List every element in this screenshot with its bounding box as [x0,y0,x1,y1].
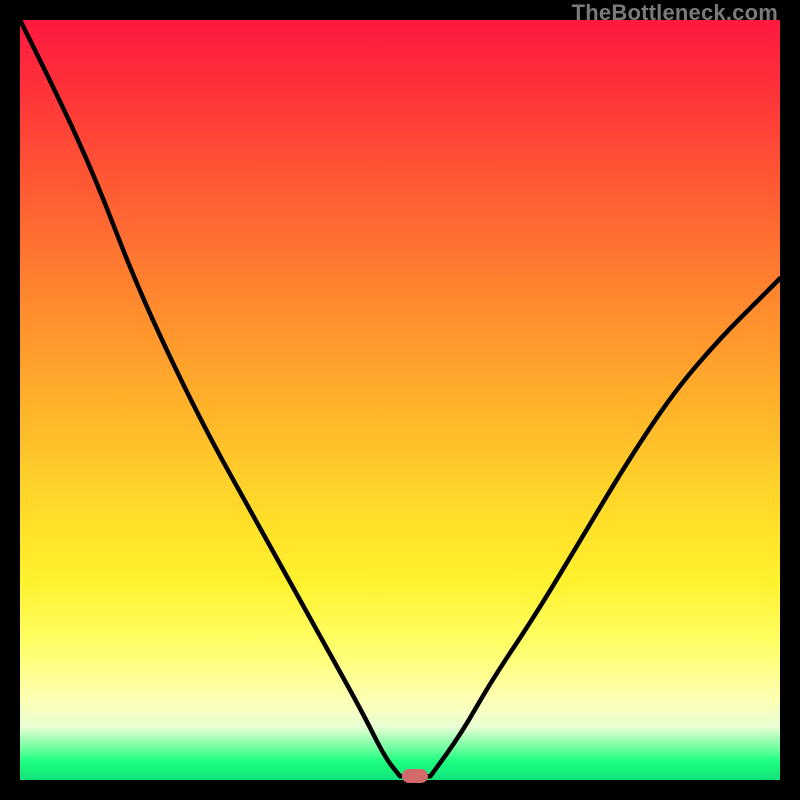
bottleneck-curve [20,20,780,780]
chart-frame: TheBottleneck.com [0,0,800,800]
plot-area [20,20,780,780]
minimum-marker [402,769,428,783]
